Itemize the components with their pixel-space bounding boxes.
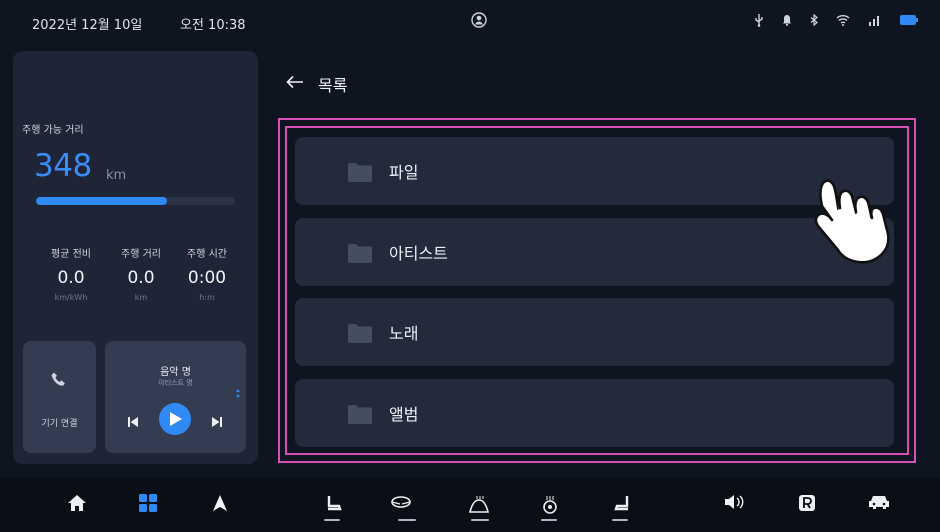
back-arrow-icon[interactable] bbox=[286, 74, 304, 93]
user-icon[interactable] bbox=[471, 12, 487, 28]
music-artist: 아티스트 명 bbox=[158, 379, 193, 387]
stat-label: 주행 거리 bbox=[121, 249, 161, 260]
level-indicator bbox=[612, 519, 628, 521]
stat-value: 0.0 bbox=[127, 268, 155, 288]
home-icon[interactable] bbox=[67, 494, 87, 516]
seat-adjust-icon[interactable] bbox=[613, 494, 631, 518]
bell-icon bbox=[782, 14, 792, 26]
bluetooth-icon bbox=[810, 13, 818, 27]
device-connect-button[interactable]: 기기 연결 bbox=[23, 341, 96, 453]
seat-vent-icon[interactable] bbox=[541, 494, 559, 520]
wifi-icon bbox=[836, 14, 850, 26]
apps-grid-icon[interactable] bbox=[139, 494, 157, 516]
stat-value: 0:00 bbox=[187, 268, 227, 288]
list-item-albums[interactable]: 앨범 bbox=[295, 379, 894, 447]
rear-defrost-icon[interactable] bbox=[467, 494, 491, 520]
stat-unit: h:m bbox=[199, 293, 215, 302]
car-icon[interactable] bbox=[868, 494, 890, 514]
stat-label: 평균 전비 bbox=[51, 249, 91, 260]
music-title: 음악 명 bbox=[160, 367, 191, 378]
stat-avg-efficiency: 평균 전비 0.0 km/kWh bbox=[36, 245, 106, 302]
level-indicator bbox=[541, 519, 557, 521]
parking-icon[interactable] bbox=[798, 494, 816, 516]
range-label: 주행 가능 거리 bbox=[22, 125, 84, 136]
status-date: 2022년 12월 10일 bbox=[32, 18, 143, 33]
list-item-label: 아티스트 bbox=[389, 244, 448, 263]
more-options-icon[interactable] bbox=[236, 388, 240, 407]
range-value: 348 bbox=[34, 148, 92, 184]
steering-heat-icon[interactable] bbox=[389, 494, 413, 516]
range-unit: km bbox=[106, 168, 127, 183]
volume-icon[interactable] bbox=[724, 494, 746, 514]
battery-icon bbox=[900, 15, 918, 25]
stat-value: 0.0 bbox=[57, 268, 85, 288]
pointing-hand-icon bbox=[808, 168, 898, 272]
list-item-artists[interactable]: 아티스트 bbox=[295, 218, 894, 286]
next-track-icon[interactable] bbox=[211, 413, 223, 432]
music-player-card[interactable]: 음악 명 아티스트 명 bbox=[105, 341, 246, 453]
stat-label: 주행 시간 bbox=[187, 249, 227, 260]
list-item-label: 앨범 bbox=[389, 405, 419, 424]
list-item-label: 파일 bbox=[389, 163, 419, 182]
level-indicator bbox=[471, 519, 489, 521]
stat-drive-time: 주행 시간 0:00 h:m bbox=[172, 245, 242, 302]
folder-icon bbox=[348, 405, 372, 428]
status-bar: 2022년 12월 10일 오전 10:38 bbox=[0, 0, 940, 44]
seat-heat-icon[interactable] bbox=[325, 494, 343, 518]
phone-icon bbox=[50, 371, 68, 393]
previous-track-icon[interactable] bbox=[127, 413, 139, 432]
signal-icon bbox=[868, 15, 882, 26]
bottom-dock bbox=[0, 478, 940, 532]
level-indicator bbox=[398, 519, 416, 521]
stat-unit: km/kWh bbox=[54, 293, 88, 302]
folder-icon bbox=[348, 163, 372, 186]
stat-distance: 주행 거리 0.0 km bbox=[106, 245, 176, 302]
device-connect-label: 기기 연결 bbox=[41, 419, 78, 429]
navigation-icon[interactable] bbox=[212, 494, 228, 516]
page-title: 목록 bbox=[318, 76, 348, 95]
level-indicator bbox=[324, 519, 340, 521]
folder-icon bbox=[348, 324, 372, 347]
stat-unit: km bbox=[134, 293, 148, 302]
list-item-songs[interactable]: 노래 bbox=[295, 298, 894, 366]
play-button[interactable] bbox=[159, 403, 191, 435]
usb-icon bbox=[754, 13, 764, 27]
folder-icon bbox=[348, 244, 372, 267]
list-item-files[interactable]: 파일 bbox=[295, 137, 894, 205]
range-progress-fill bbox=[36, 197, 168, 205]
list-item-label: 노래 bbox=[389, 324, 419, 343]
range-progress-bar bbox=[36, 197, 235, 205]
status-time: 오전 10:38 bbox=[180, 18, 246, 33]
